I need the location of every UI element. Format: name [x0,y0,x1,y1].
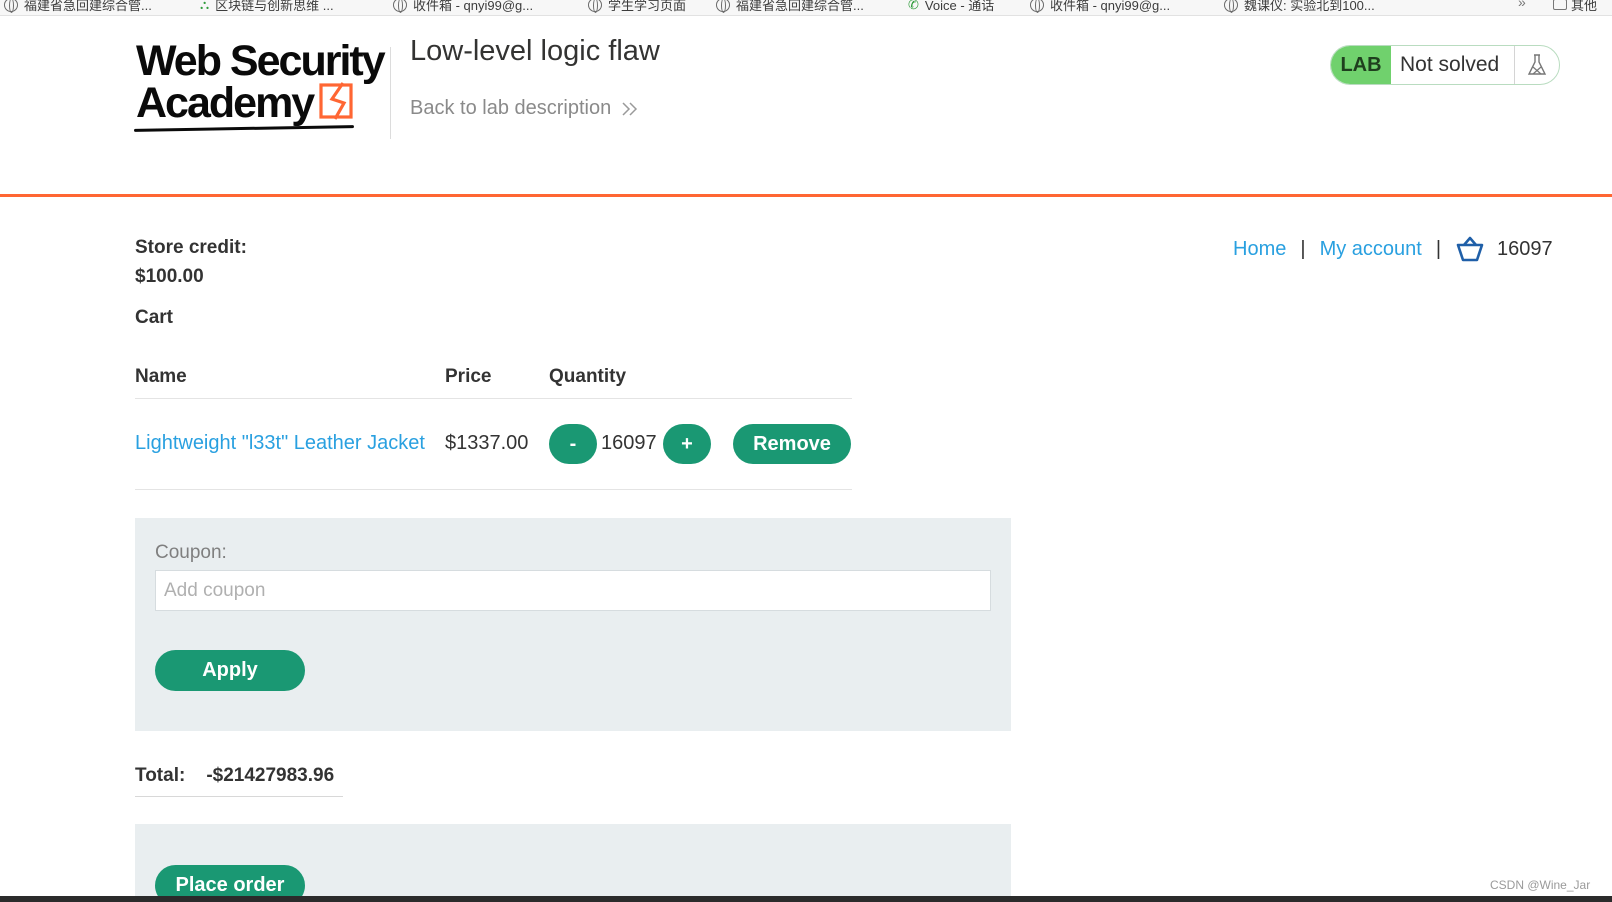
lab-status-widget: LAB Not solved [1330,45,1560,85]
apply-coupon-button[interactable]: Apply [155,650,305,691]
bookmarks-overflow-icon[interactable]: » [1518,0,1526,10]
bookmark-item[interactable]: 学生学习页面 [588,0,686,14]
logo-line-1: Web Security [136,37,386,85]
bookmark-item[interactable]: ✆ Voice - 通话 [908,0,994,14]
academy-header: Web Security Academy Low-level logic fla… [0,17,1612,197]
column-header-name: Name [135,366,187,387]
web-security-academy-logo[interactable]: Web Security Academy [133,37,386,132]
top-navigation: Home | My account | 16097 [1233,236,1553,262]
coupon-label: Coupon: [155,542,227,563]
back-to-lab-description-link[interactable]: Back to lab description [410,97,639,120]
bookmarks-bar: 福建省急回建综合管... ⛬ 区块链与创新思维 ... 收件箱 - qnyi99… [0,0,1612,16]
path-icon: ⛬ [200,0,210,12]
logo-line-2: Academy [136,79,315,127]
bookmark-item[interactable]: ⛬ 区块链与创新思维 ... [200,0,334,14]
order-total: Total: -$21427983.96 [135,765,334,787]
cart-heading: Cart [135,307,174,328]
total-value: -$21427983.96 [206,765,335,786]
lab-status-text: Not solved [1391,46,1515,84]
header-orange-rule [0,194,1612,197]
double-chevron-right-icon [622,101,638,116]
table-header-divider [135,398,852,399]
flask-icon [1515,46,1559,84]
folder-icon [1553,0,1567,10]
increase-quantity-button[interactable]: + [663,424,711,464]
table-row-divider [135,489,852,490]
bookmark-item[interactable]: 福建省急回建综合管... [4,0,152,14]
lab-badge: LAB [1331,46,1391,84]
total-divider [135,796,343,797]
cart-item-count: 16097 [1497,237,1553,260]
bottom-edge-bar [0,896,1612,902]
store-credit-label: Store credit: [135,237,247,258]
cart-item-quantity: 16097 [601,432,657,454]
decrease-quantity-button[interactable]: - [549,424,597,464]
column-header-quantity: Quantity [549,366,627,387]
column-header-price: Price [445,366,492,387]
coupon-input[interactable] [155,570,991,611]
globe-icon [1030,0,1044,13]
globe-icon [588,0,602,13]
nav-separator: | [1435,237,1442,260]
globe-icon [716,0,730,13]
shopping-basket-icon[interactable] [1455,236,1485,262]
bookmark-item[interactable]: 魏课仪: 实验北到100... [1224,0,1375,14]
coupon-panel: Coupon: Apply [135,518,1011,731]
remove-item-button[interactable]: Remove [733,424,851,464]
place-order-panel: Place order [135,824,1011,896]
nav-separator: | [1300,237,1306,260]
other-bookmarks[interactable]: 其他 [1553,0,1597,14]
globe-icon [393,0,407,13]
cart-item-name-link[interactable]: Lightweight "l33t" Leather Jacket [135,432,425,455]
total-label: Total: [135,765,186,786]
phone-icon: ✆ [908,0,919,12]
globe-icon [1224,0,1238,13]
globe-icon [4,0,18,13]
store-credit-value: $100.00 [135,266,204,287]
place-order-button[interactable]: Place order [155,865,305,896]
bookmark-item[interactable]: 收件箱 - qnyi99@g... [393,0,533,14]
lightning-bolt-logo-icon [319,82,353,120]
my-account-link[interactable]: My account [1320,238,1422,261]
header-divider [390,47,391,139]
bookmark-item[interactable]: 收件箱 - qnyi99@g... [1030,0,1170,14]
bookmark-item[interactable]: 福建省急回建综合管... [716,0,864,14]
lab-title: Low-level logic flaw [410,35,660,67]
cart-item-price: $1337.00 [445,432,529,454]
home-link[interactable]: Home [1233,238,1286,261]
watermark: CSDN @Wine_Jar [1490,878,1591,892]
